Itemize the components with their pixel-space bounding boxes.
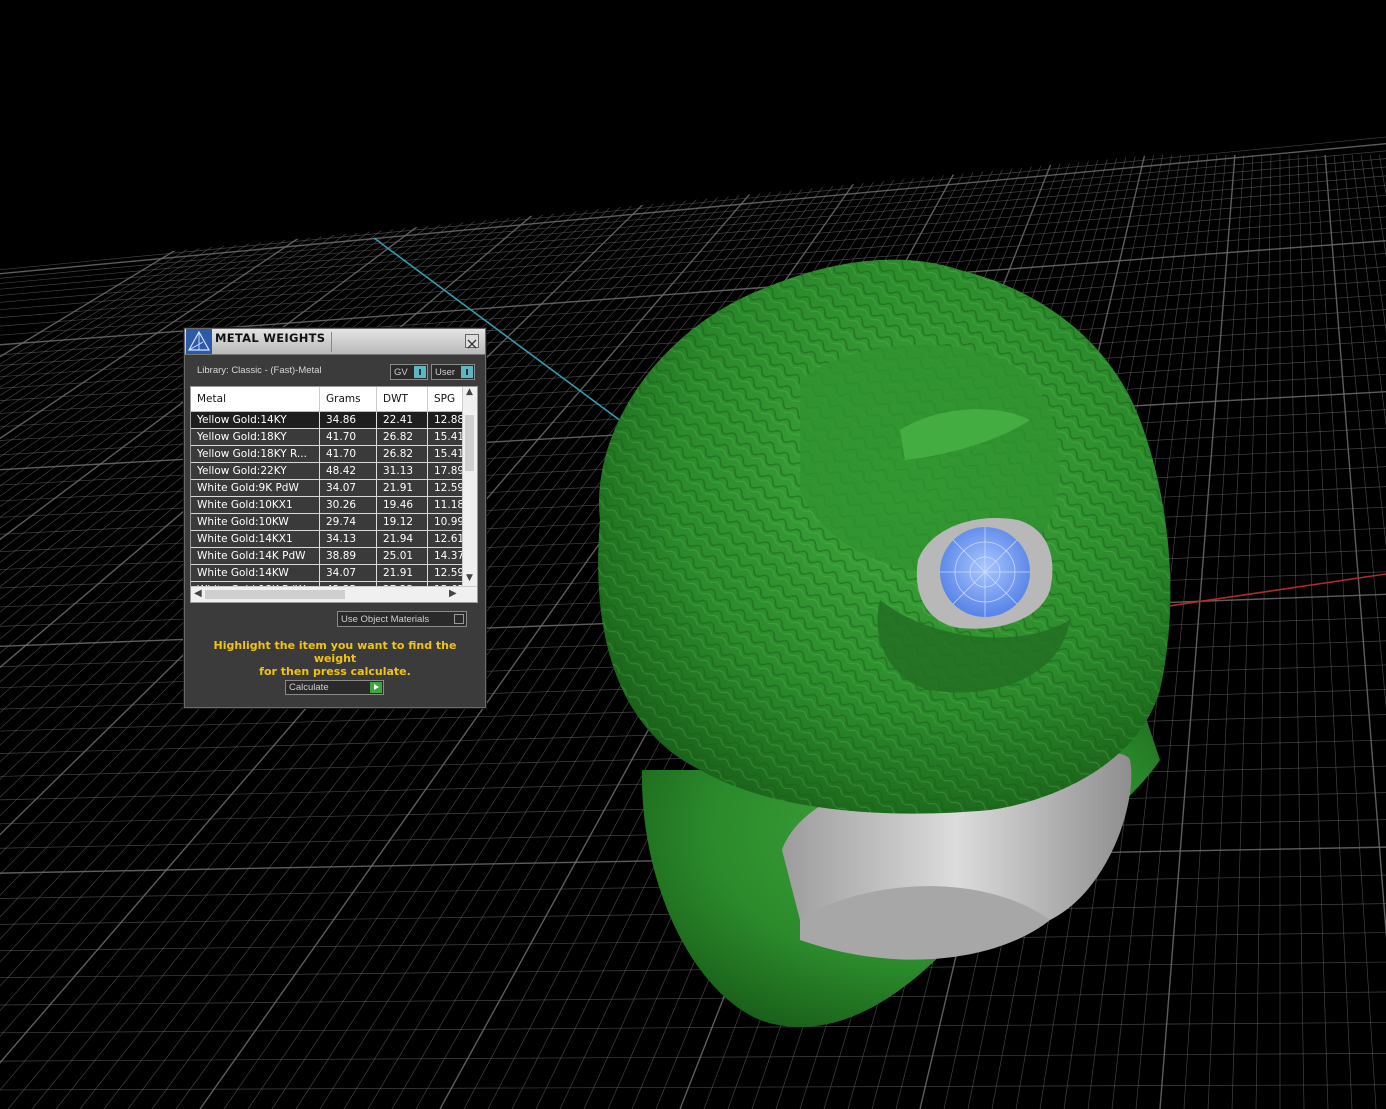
instruction-line-1: Highlight the item you want to find the … [213, 639, 457, 665]
close-icon[interactable] [465, 334, 479, 349]
table-row[interactable]: White Gold:9K PdW 34.07 21.91 12.59 [191, 479, 469, 497]
dwt-cell: 25.01 [376, 547, 428, 565]
scroll-right-icon[interactable]: ▶ [449, 588, 457, 599]
instruction-text: Highlight the item you want to find the … [195, 639, 475, 678]
table-row[interactable]: Yellow Gold:22KY 48.42 31.13 17.89 [191, 462, 469, 480]
dwt-cell: 26.82 [376, 428, 428, 446]
dwt-cell: 31.13 [376, 462, 428, 480]
table-header-row: Metal Grams DWT SPG [191, 387, 469, 412]
dwt-cell: 21.91 [376, 564, 428, 582]
scrollbar-thumb[interactable] [465, 415, 474, 471]
grams-cell: 34.07 [319, 564, 377, 582]
checkbox-icon[interactable] [454, 614, 464, 624]
table-row[interactable]: White Gold:14KW 34.07 21.91 12.59 [191, 564, 469, 582]
window-title: METAL WEIGHTS [215, 331, 326, 345]
titlebar-separator [331, 332, 332, 352]
gv-toggle-label: GV [394, 367, 408, 378]
table-row[interactable]: White Gold:10KW 29.74 19.12 10.99 [191, 513, 469, 531]
play-arrow-icon[interactable] [370, 682, 382, 693]
gv-toggle[interactable]: GV [390, 364, 428, 380]
grams-cell: 30.26 [319, 496, 377, 514]
instruction-line-2: for then press calculate. [259, 665, 411, 678]
rhino-tetrahedron-icon [186, 329, 212, 354]
scroll-down-icon[interactable]: ▼ [466, 573, 473, 583]
window-titlebar[interactable]: METAL WEIGHTS [185, 329, 485, 355]
table-row[interactable]: Yellow Gold:14KY 34.86 22.41 12.88 [191, 411, 469, 429]
column-header-dwt[interactable]: DWT [376, 387, 428, 412]
grams-cell: 29.74 [319, 513, 377, 531]
use-object-materials-checkbox[interactable]: Use Object Materials [337, 611, 467, 627]
metal-cell: White Gold:10KW [191, 513, 320, 531]
metal-cell: White Gold:14K PdW [191, 547, 320, 565]
metal-cell: White Gold:9K PdW [191, 479, 320, 497]
dwt-cell: 22.41 [376, 411, 428, 429]
metal-cell: Yellow Gold:22KY [191, 462, 320, 480]
grams-cell: 41.70 [319, 428, 377, 446]
calculate-label: Calculate [289, 682, 329, 693]
dwt-cell: 19.46 [376, 496, 428, 514]
user-toggle-label: User [435, 367, 456, 378]
metal-cell: White Gold:10KX1 [191, 496, 320, 514]
table-row[interactable]: White Gold:14KX1 34.13 21.94 12.61 [191, 530, 469, 548]
metal-cell: White Gold:14KW [191, 564, 320, 582]
dwt-cell: 19.12 [376, 513, 428, 531]
grams-cell: 38.89 [319, 547, 377, 565]
scroll-left-icon[interactable]: ◀ [194, 588, 202, 599]
metal-cell: Yellow Gold:18KY [191, 428, 320, 446]
metal-cell: Yellow Gold:14KY [191, 411, 320, 429]
grams-cell: 34.07 [319, 479, 377, 497]
table-row[interactable]: Yellow Gold:18KY R... 41.70 26.82 15.41 [191, 445, 469, 463]
dwt-cell: 21.94 [376, 530, 428, 548]
table-row[interactable]: Yellow Gold:18KY 41.70 26.82 15.41 [191, 428, 469, 446]
dwt-cell: 26.82 [376, 445, 428, 463]
table-row[interactable]: White Gold:14K PdW 38.89 25.01 14.37 [191, 547, 469, 565]
library-label: Library: Classic - (Fast)-Metal [197, 365, 322, 376]
scrollbar-thumb[interactable] [205, 590, 345, 599]
grams-cell: 48.42 [319, 462, 377, 480]
dwt-cell: 21.91 [376, 479, 428, 497]
vertical-scrollbar[interactable]: ▲ ▼ [462, 387, 477, 587]
calculate-button[interactable]: Calculate [285, 680, 384, 695]
metal-cell: Yellow Gold:18KY R... [191, 445, 320, 463]
grams-cell: 34.86 [319, 411, 377, 429]
scroll-up-icon[interactable]: ▲ [466, 387, 473, 397]
metal-table[interactable]: Metal Grams DWT SPG Yellow Gold:14KY 34.8… [190, 386, 478, 603]
grams-cell: 34.13 [319, 530, 377, 548]
metal-cell: White Gold:14KX1 [191, 530, 320, 548]
column-header-metal[interactable]: Metal [191, 387, 320, 412]
horizontal-scrollbar[interactable]: ◀ ▶ [191, 586, 477, 602]
toggle-switch-icon [461, 366, 473, 378]
use-object-materials-label: Use Object Materials [341, 614, 430, 625]
column-header-grams[interactable]: Grams [319, 387, 377, 412]
table-row[interactable]: White Gold:10KX1 30.26 19.46 11.18 [191, 496, 469, 514]
user-toggle[interactable]: User [431, 364, 475, 380]
metal-weights-window[interactable]: METAL WEIGHTS Library: Classic - (Fast)-… [184, 328, 486, 708]
grams-cell: 41.70 [319, 445, 377, 463]
toggle-switch-icon [414, 366, 426, 378]
